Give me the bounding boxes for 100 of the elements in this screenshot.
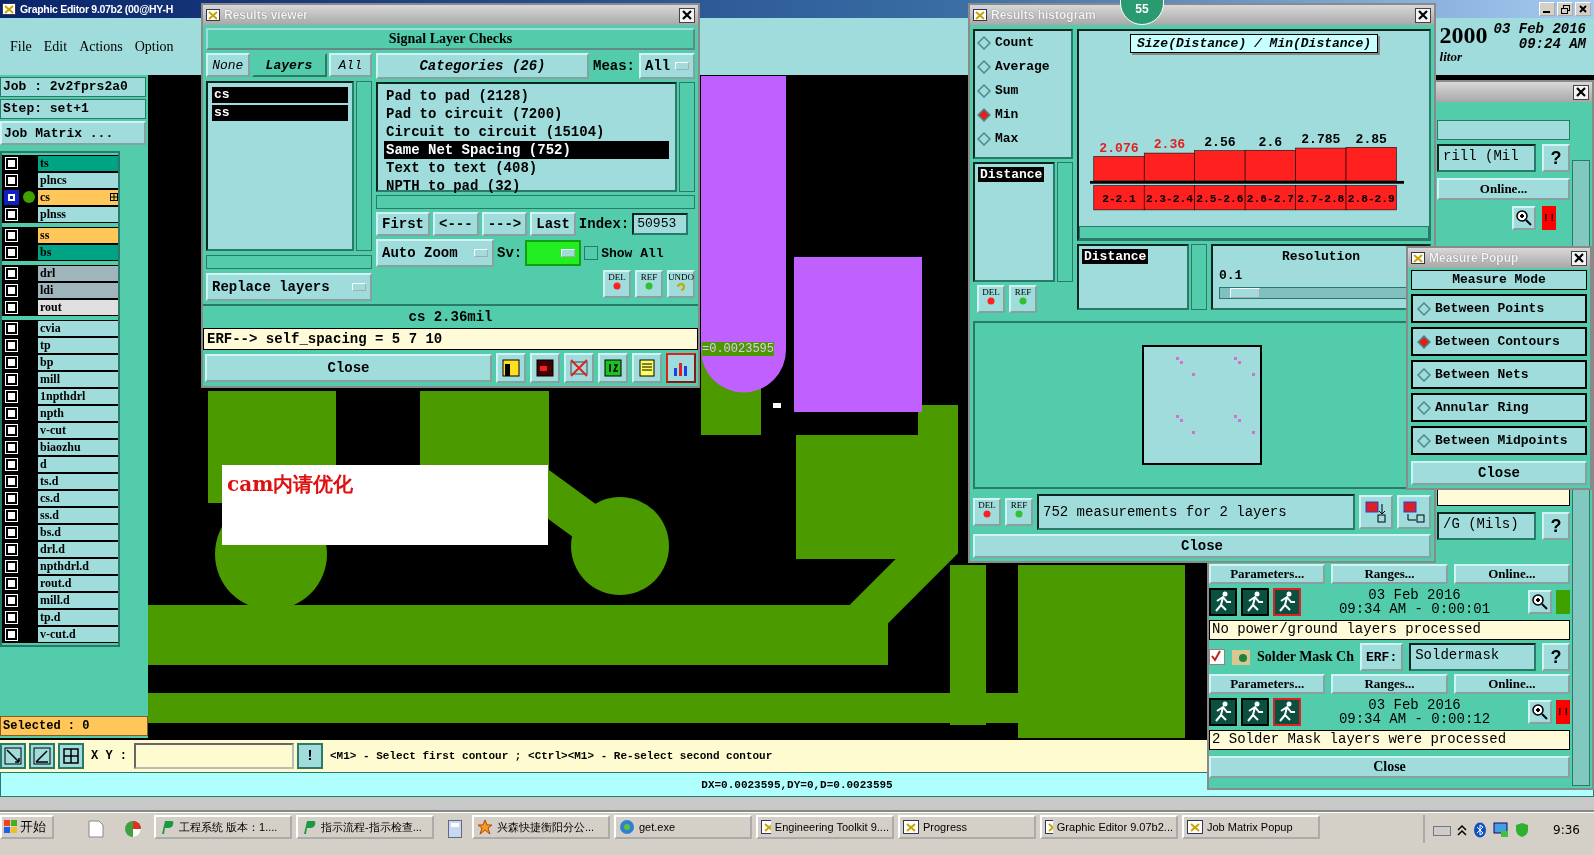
action-button[interactable]: Ranges... bbox=[1331, 564, 1448, 584]
layer-item[interactable]: biaozhu bbox=[38, 439, 118, 455]
scrollbar[interactable] bbox=[376, 195, 695, 209]
radio-button[interactable] bbox=[1417, 400, 1431, 415]
close-button[interactable]: Close bbox=[1411, 461, 1587, 485]
figure-tool-button[interactable] bbox=[496, 353, 526, 383]
auto-zoom-dropdown[interactable]: Auto Zoom bbox=[376, 239, 494, 267]
layer-checkbox[interactable] bbox=[6, 267, 17, 279]
pie-icon[interactable] bbox=[124, 820, 142, 838]
taskbar-item[interactable]: 兴森快捷衡阳分公... bbox=[472, 815, 610, 839]
categories-button[interactable]: Categories (26) bbox=[376, 53, 589, 79]
slider-thumb[interactable] bbox=[1230, 288, 1261, 298]
filter-button[interactable]: All bbox=[328, 53, 372, 77]
radio-button[interactable] bbox=[977, 131, 991, 146]
close-button[interactable]: Close bbox=[1209, 756, 1570, 778]
histogram-button[interactable] bbox=[666, 353, 696, 383]
layer-checkbox[interactable] bbox=[6, 174, 17, 186]
layer-checkbox[interactable] bbox=[6, 301, 17, 313]
runner-icon[interactable] bbox=[1209, 698, 1237, 726]
close-button[interactable]: Close bbox=[973, 534, 1431, 558]
action-button[interactable]: Parameters... bbox=[1209, 564, 1326, 584]
taskbar-item[interactable]: Engineering Toolkit 9.... bbox=[756, 815, 894, 839]
online-button[interactable]: Online... bbox=[1437, 178, 1570, 200]
layer-item[interactable]: mill.d bbox=[38, 592, 118, 608]
layer-checkbox[interactable] bbox=[6, 594, 17, 606]
tool-button[interactable]: UNDO bbox=[667, 270, 695, 298]
scrollbar[interactable] bbox=[1057, 162, 1073, 283]
layer-checkbox[interactable] bbox=[6, 526, 17, 538]
scrollbar[interactable] bbox=[356, 81, 372, 251]
list-item[interactable]: Distance bbox=[1082, 249, 1149, 264]
category-item[interactable]: NPTH to pad (32) bbox=[384, 177, 669, 195]
list-item[interactable]: Distance bbox=[978, 167, 1045, 182]
radio-button[interactable] bbox=[977, 107, 991, 122]
close-button[interactable] bbox=[679, 7, 695, 23]
layer-item[interactable]: ss.d bbox=[38, 507, 118, 523]
layer-item[interactable]: 1npthdrl bbox=[38, 388, 118, 404]
tool-button[interactable]: DEL bbox=[977, 285, 1005, 314]
menu-item[interactable]: File bbox=[8, 38, 42, 55]
layer-item[interactable]: d bbox=[38, 456, 118, 472]
erf-field[interactable]: Soldermask bbox=[1409, 643, 1536, 671]
layer-item[interactable]: plnss bbox=[38, 206, 118, 222]
nav-button[interactable]: ---> bbox=[481, 212, 528, 236]
radio-button[interactable] bbox=[1417, 334, 1431, 349]
crossed-out-button[interactable] bbox=[564, 353, 594, 383]
layer-checkbox[interactable] bbox=[6, 157, 17, 169]
layer-checkbox[interactable] bbox=[6, 339, 17, 351]
help-button[interactable]: ? bbox=[1542, 643, 1570, 671]
filter-button[interactable]: None bbox=[206, 53, 250, 77]
layer-item[interactable]: ss bbox=[212, 105, 348, 121]
action-button[interactable]: Online... bbox=[1453, 674, 1570, 694]
radio-button[interactable] bbox=[1417, 433, 1431, 448]
job-matrix-button[interactable]: Job Matrix ... bbox=[0, 121, 146, 145]
category-item[interactable]: Pad to pad (2128) bbox=[384, 87, 669, 105]
filter-button[interactable]: Layers bbox=[251, 53, 327, 77]
runner-icon[interactable] bbox=[1209, 588, 1237, 616]
record-button[interactable] bbox=[530, 353, 560, 383]
layer-item[interactable]: tp bbox=[38, 337, 118, 353]
layer-item[interactable]: drl.d bbox=[38, 541, 118, 557]
layer-item[interactable]: drl bbox=[38, 265, 118, 281]
layer-item[interactable]: cs bbox=[212, 87, 348, 103]
grid-tool-button[interactable] bbox=[58, 743, 84, 769]
keyboard-icon[interactable] bbox=[1433, 823, 1452, 837]
show-all-checkbox[interactable] bbox=[584, 246, 599, 260]
layer-checkbox[interactable] bbox=[6, 424, 17, 436]
runner-icon[interactable] bbox=[1273, 698, 1301, 726]
zoom-button[interactable] bbox=[1528, 700, 1552, 724]
layer-checkbox[interactable] bbox=[6, 577, 17, 589]
category-item[interactable]: Same Net Spacing (752) bbox=[384, 141, 669, 159]
layer-item[interactable]: npthdrl.d bbox=[38, 558, 118, 574]
layer-checkbox[interactable] bbox=[6, 322, 17, 334]
parameter-field[interactable]: /G (Mils) bbox=[1437, 512, 1536, 540]
category-item[interactable]: Text to text (408) bbox=[384, 159, 669, 177]
minimize-button[interactable] bbox=[1539, 2, 1555, 16]
help-button[interactable]: ? bbox=[1542, 144, 1570, 172]
chevron-up-icon[interactable] bbox=[1457, 824, 1468, 836]
layer-item[interactable]: plncs bbox=[38, 172, 118, 188]
layer-item[interactable]: ts.d bbox=[38, 473, 118, 489]
import-chart-button[interactable] bbox=[1397, 494, 1431, 529]
layer-item[interactable]: rout bbox=[38, 299, 118, 315]
taskbar-item[interactable]: Job Matrix Popup bbox=[1182, 815, 1320, 839]
zoom-button[interactable] bbox=[1512, 206, 1536, 230]
layer-item[interactable]: ts bbox=[38, 155, 118, 171]
tool-button[interactable]: REF bbox=[635, 270, 663, 298]
measure-tool-button[interactable] bbox=[0, 743, 26, 769]
layer-checkbox[interactable] bbox=[6, 560, 17, 572]
close-button[interactable] bbox=[1571, 250, 1587, 266]
layer-checkbox[interactable] bbox=[6, 191, 17, 203]
network-icon[interactable] bbox=[1493, 822, 1510, 838]
layer-checkbox[interactable] bbox=[6, 407, 17, 419]
taskbar-item[interactable]: Progress bbox=[898, 815, 1036, 839]
layer-checkbox[interactable] bbox=[6, 492, 17, 504]
taskbar-item[interactable]: get.exe bbox=[614, 815, 752, 839]
mode-option[interactable]: Between Contours bbox=[1411, 327, 1587, 356]
parameter-field[interactable]: rill (Mil bbox=[1437, 144, 1536, 172]
color-dropdown[interactable] bbox=[525, 240, 582, 266]
tool-button[interactable]: DEL bbox=[973, 497, 1001, 526]
layer-item[interactable]: ss bbox=[38, 227, 118, 243]
start-button[interactable]: 开始 bbox=[0, 815, 54, 839]
layer-checkbox[interactable] bbox=[6, 356, 17, 368]
layer-item[interactable]: cvia bbox=[38, 320, 118, 336]
